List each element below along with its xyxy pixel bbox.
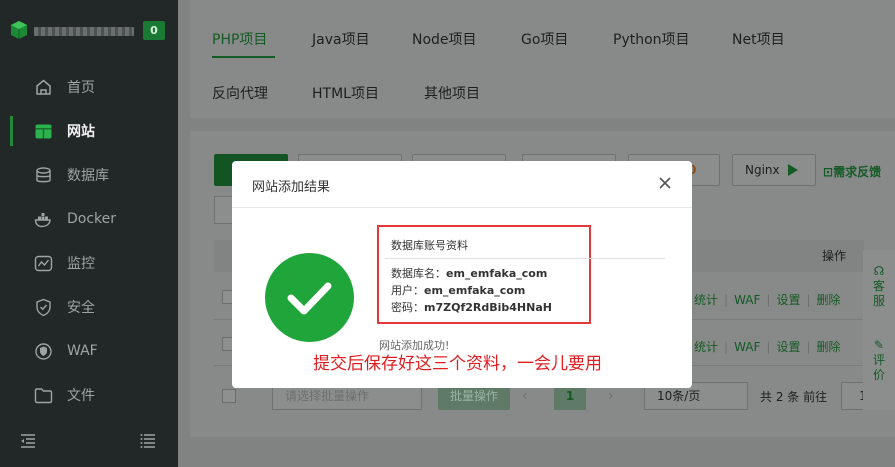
headset-icon: ☊ [873, 264, 885, 278]
collapse-sidebar-icon[interactable] [20, 434, 36, 448]
credentials-title: 数据库账号资料 [391, 239, 468, 252]
sidebar-item-database[interactable]: 数据库 [0, 153, 178, 197]
settings-link[interactable]: 设置 [776, 293, 800, 307]
feedback-link[interactable]: ⊡需求反馈 [823, 163, 881, 180]
tab-html[interactable]: HTML项目 [312, 83, 379, 103]
sidebar-item-files[interactable]: 文件 [0, 373, 178, 417]
website-icon [34, 122, 53, 141]
sidebar-nav: 首页 网站 数据库 Docker 监控 安全 WAF 文件 [0, 65, 178, 417]
stats-link[interactable]: 统计 [694, 293, 718, 307]
delete-link[interactable]: 删除 [817, 293, 841, 307]
sidebar-footer [0, 430, 178, 456]
sidebar-item-label: 监控 [67, 256, 95, 272]
delete-link[interactable]: 删除 [817, 340, 841, 354]
waf-icon [34, 342, 53, 361]
db-user-row: 用户：em_emfaka_com [391, 282, 525, 298]
sidebar-item-docker[interactable]: Docker [0, 197, 178, 241]
sidebar-item-home[interactable]: 首页 [0, 65, 178, 109]
tab-reverse-proxy[interactable]: 反向代理 [212, 83, 268, 103]
prev-page-icon[interactable]: ‹ [522, 388, 528, 404]
tab-other[interactable]: 其他项目 [424, 83, 480, 103]
total-count: 共 2 条 前往 [760, 390, 828, 404]
tab-python[interactable]: Python项目 [613, 29, 690, 49]
next-page-icon[interactable]: › [608, 388, 614, 404]
sidebar-item-monitor[interactable]: 监控 [0, 241, 178, 285]
sidebar-item-label: 安全 [67, 300, 95, 316]
success-check-icon [265, 253, 354, 342]
db-user-value: em_emfaka_com [424, 284, 526, 297]
column-header-actions: 操作 [822, 249, 847, 263]
annotation-note: 提交后保存好这三个资料，一会儿要用 [313, 354, 602, 374]
sidebar-item-label: 文件 [67, 388, 95, 404]
sidebar-item-label: Docker [67, 211, 117, 227]
active-tab-indicator [212, 56, 275, 58]
db-user-label: 用户： [391, 284, 424, 297]
sidebar-item-label: 网站 [67, 124, 95, 140]
settings-link[interactable]: 设置 [776, 340, 800, 354]
sidebar-item-waf[interactable]: WAF [0, 329, 178, 373]
tab-net[interactable]: Net项目 [732, 29, 785, 49]
project-tabs: PHP项目 Java项目 Node项目 Go项目 Python项目 Net项目 … [190, 0, 895, 118]
sidebar-item-label: 首页 [67, 80, 95, 96]
dialog-title: 网站添加结果 [252, 180, 331, 195]
select-all-checkbox[interactable] [222, 389, 236, 403]
sidebar-item-website[interactable]: 网站 [0, 109, 178, 153]
database-icon [34, 166, 53, 185]
edit-icon: ✎ [873, 338, 885, 352]
server-header: 0 [0, 0, 178, 62]
db-name-row: 数据库名：em_emfaka_com [391, 265, 547, 281]
server-name-redacted [34, 27, 134, 36]
tab-go[interactable]: Go项目 [521, 29, 568, 49]
credentials-divider [385, 258, 665, 259]
sidebar-item-security[interactable]: 安全 [0, 285, 178, 329]
tab-node[interactable]: Node项目 [412, 29, 477, 49]
sidebar-item-label: 数据库 [67, 168, 109, 184]
customer-service-button[interactable]: ☊ 客服 [863, 264, 895, 309]
db-password-value: m7ZQf2RdBib4HNaH [424, 301, 552, 314]
play-icon [787, 164, 798, 176]
db-password-row: 密码：m7ZQf2RdBib4HNaH [391, 299, 552, 315]
db-name-label: 数据库名： [391, 267, 446, 280]
waf-link[interactable]: WAF [734, 293, 760, 307]
feedback-label: 需求反馈 [833, 165, 882, 179]
dialog-divider [232, 207, 692, 208]
logo-icon [11, 21, 27, 39]
customer-service-label: 客服 [872, 279, 885, 308]
tab-java[interactable]: Java项目 [312, 29, 370, 49]
db-name-value: em_emfaka_com [446, 267, 548, 280]
review-button[interactable]: ✎ 评价 [863, 338, 895, 383]
site-result-dialog: 网站添加结果 数据库账号资料 数据库名：em_emfaka_com 用户：em_… [232, 161, 692, 388]
waf-link[interactable]: WAF [734, 340, 760, 354]
sidebar: 0 首页 网站 数据库 Docker 监控 安全 WAF 文件 [0, 0, 178, 467]
row-actions: 统计 | WAF | 设置 | 删除 [694, 293, 841, 307]
home-icon [34, 78, 53, 97]
sidebar-item-label: WAF [67, 343, 98, 359]
server-badge[interactable]: 0 [143, 21, 165, 40]
review-label: 评价 [872, 353, 885, 382]
stats-link[interactable]: 统计 [694, 340, 718, 354]
floating-tools: ☊ 客服 ✎ 评价 [863, 250, 895, 410]
nginx-button[interactable]: Nginx [732, 154, 816, 186]
close-icon[interactable] [658, 176, 672, 190]
nginx-label: Nginx [745, 163, 780, 177]
shield-icon [34, 298, 53, 317]
row-actions: 统计 | WAF | 设置 | 删除 [694, 340, 841, 354]
folder-icon [34, 386, 53, 405]
menu-list-icon[interactable] [140, 434, 156, 448]
monitor-icon [34, 254, 53, 273]
db-credentials-box: 数据库账号资料 数据库名：em_emfaka_com 用户：em_emfaka_… [377, 225, 665, 324]
docker-icon [34, 210, 53, 229]
feedback-icon: ⊡ [823, 165, 834, 179]
db-password-label: 密码： [391, 301, 424, 314]
tab-php[interactable]: PHP项目 [212, 29, 267, 49]
